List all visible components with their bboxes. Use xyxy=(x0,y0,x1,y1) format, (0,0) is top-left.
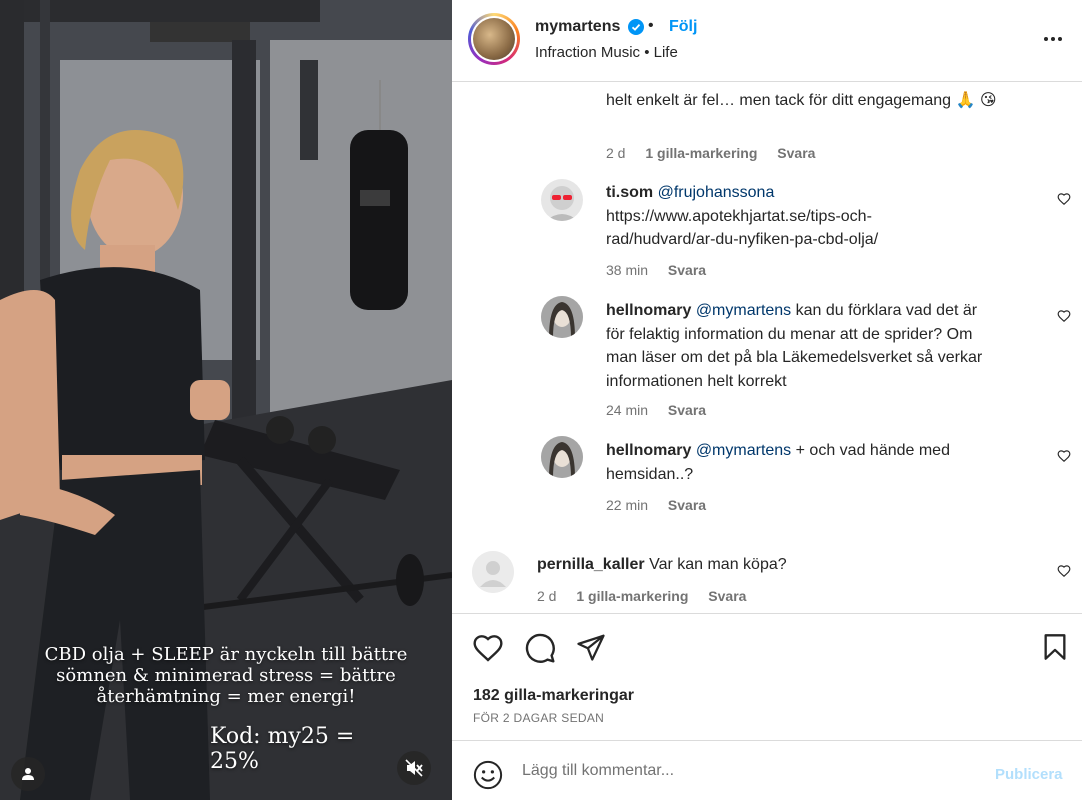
media-overlay-code: Kod: my25 = 25% xyxy=(210,724,355,774)
commenter-username[interactable]: hellnomary xyxy=(606,442,691,459)
share-icon[interactable] xyxy=(576,632,606,662)
comment-text-line[interactable]: rad/hudvard/ar-du-nyfiken-pa-cbd-olja/ xyxy=(606,231,878,248)
comment-meta: 2 d 1 gilla-markering Svara xyxy=(606,145,831,161)
author-avatar[interactable] xyxy=(468,13,520,65)
commenter-username[interactable]: hellnomary xyxy=(606,302,691,319)
reply-button[interactable]: Svara xyxy=(668,497,706,513)
comment-time: 2 d xyxy=(606,145,626,161)
comments-list[interactable]: helt enkelt är fel… men tack för ditt en… xyxy=(452,83,1082,613)
comment-body: pernilla_kaller Var kan man köpa? xyxy=(537,553,1037,577)
comment-like-heart-icon[interactable] xyxy=(1057,192,1071,206)
reply-button[interactable]: Svara xyxy=(777,145,815,161)
comment-mention[interactable]: @frujohanssona xyxy=(658,184,775,201)
comment-body: ti.som @frujohanssona https://www.apotek… xyxy=(606,181,1026,252)
comment-text-line: kan du förklara vad det är xyxy=(795,302,978,319)
comment-time: 22 min xyxy=(606,497,649,513)
commenter-avatar[interactable] xyxy=(541,296,583,338)
post-media[interactable]: CBD olja + SLEEP är nyckeln till bättre … xyxy=(0,0,452,800)
reply-button[interactable]: Svara xyxy=(708,588,746,604)
comment-text-line: hemsidan..? xyxy=(606,465,694,483)
comment-body: hellnomary @mymartens + och vad hände me… xyxy=(606,439,1036,486)
audio-toggle-button[interactable] xyxy=(397,751,431,785)
audio-muted-icon xyxy=(405,759,423,777)
publish-comment-button[interactable]: Publicera xyxy=(995,766,1063,783)
like-heart-icon[interactable] xyxy=(472,632,504,664)
commenter-avatar[interactable] xyxy=(541,179,583,221)
save-bookmark-icon[interactable] xyxy=(1041,632,1069,662)
reply-button[interactable]: Svara xyxy=(668,402,706,418)
follow-button[interactable]: Följ xyxy=(669,18,697,36)
comment-meta: 24 min Svara xyxy=(606,402,722,418)
commenter-username[interactable]: ti.som xyxy=(606,184,653,201)
likes-count[interactable]: 182 gilla-markeringar xyxy=(473,687,634,705)
comment-text-line: för felaktig information du menar att de… xyxy=(606,325,973,343)
comment-body: hellnomary @mymartens kan du förklara va… xyxy=(606,299,1036,393)
audio-attribution[interactable]: Infraction Music • Life xyxy=(535,44,678,61)
comment-text: Var kan man köpa? xyxy=(649,556,787,573)
post-date[interactable]: FÖR 2 DAGAR SEDAN xyxy=(473,711,604,725)
comment-text-line: + och vad hände med xyxy=(795,442,950,459)
comment-like-heart-icon[interactable] xyxy=(1057,309,1071,323)
commenter-avatar-default[interactable] xyxy=(472,551,514,593)
comment-mention[interactable]: @mymartens xyxy=(696,302,791,319)
media-overlay-caption: CBD olja + SLEEP är nyckeln till bättre … xyxy=(44,644,408,707)
post-header: mymartens • Följ Infraction Music • Life xyxy=(452,0,1082,82)
author-username[interactable]: mymartens xyxy=(535,18,620,36)
post-actions: 182 gilla-markeringar FÖR 2 DAGAR SEDAN xyxy=(452,613,1082,740)
user-tag-icon xyxy=(22,768,34,780)
comment-meta: 22 min Svara xyxy=(606,497,722,513)
comment-like-heart-icon[interactable] xyxy=(1057,564,1071,578)
verified-badge-icon xyxy=(628,19,644,35)
emoji-icon[interactable] xyxy=(473,760,503,790)
add-comment-bar: Publicera xyxy=(452,740,1082,800)
post-side-panel: mymartens • Följ Infraction Music • Life… xyxy=(452,0,1082,800)
comment-input[interactable] xyxy=(522,756,982,786)
reply-button[interactable]: Svara xyxy=(668,262,706,278)
comment-meta: 38 min Svara xyxy=(606,262,722,278)
comment-likes-count[interactable]: 1 gilla-markering xyxy=(576,588,688,604)
comment-text-line: man läser om det på bla Läkemedelsverket… xyxy=(606,349,983,366)
comment-text-line: informationen helt korrekt xyxy=(606,372,787,390)
comment-icon[interactable] xyxy=(524,632,556,664)
comment-like-heart-icon[interactable] xyxy=(1057,449,1071,463)
comment-text: helt enkelt är fel… men tack för ditt en… xyxy=(606,92,997,109)
comment-time: 24 min xyxy=(606,402,649,418)
comment-meta: 2 d 1 gilla-markering Svara xyxy=(537,588,762,604)
comment-mention[interactable]: @mymartens xyxy=(696,442,791,459)
comment-likes-count[interactable]: 1 gilla-markering xyxy=(645,145,757,161)
comment-time: 2 d xyxy=(537,588,557,604)
header-separator: • xyxy=(648,17,654,34)
comment-time: 38 min xyxy=(606,262,649,278)
tagged-users-button[interactable] xyxy=(11,757,45,791)
more-horizontal-icon[interactable] xyxy=(1042,28,1064,50)
commenter-avatar[interactable] xyxy=(541,436,583,478)
commenter-username[interactable]: pernilla_kaller xyxy=(537,556,645,573)
comment-text-line[interactable]: https://www.apotekhjartat.se/tips-och- xyxy=(606,208,872,225)
